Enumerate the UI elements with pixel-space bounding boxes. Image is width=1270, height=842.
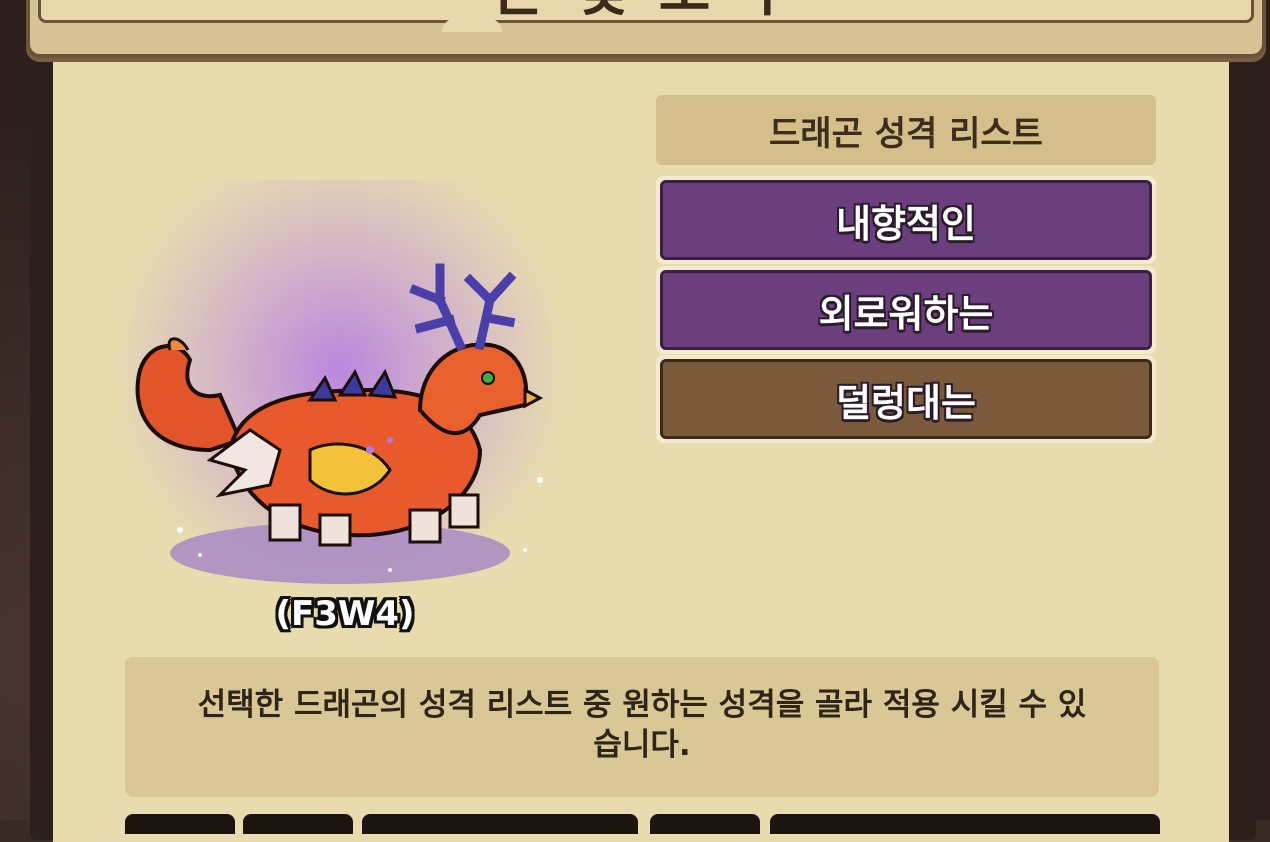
dragon-antler-left <box>409 263 466 351</box>
dragon-tail <box>135 344 243 453</box>
bottom-button-2[interactable] <box>243 814 353 834</box>
description-text: 선택한 드래곤의 성격 리스트 중 원하는 성격을 골라 적용 시킬 수 있습니… <box>197 687 1087 763</box>
bottom-button-5[interactable] <box>770 814 1160 834</box>
trait-button[interactable]: 외로워하는 <box>660 270 1152 350</box>
bottom-button-4[interactable] <box>650 814 760 834</box>
dragon-display <box>70 150 630 620</box>
popup-title-bar: 은 및 도 구 <box>26 0 1266 58</box>
trait-option-2[interactable]: 외로워하는 <box>656 266 1156 354</box>
bottom-button-3[interactable] <box>362 814 638 834</box>
dragon-antler-right <box>463 271 517 351</box>
personality-list-header: 드래곤 성격 리스트 <box>656 95 1156 165</box>
bottom-button-1[interactable] <box>125 814 235 834</box>
trait-option-1[interactable]: 내향적인 <box>656 176 1156 264</box>
dragon-code-label: (F3W4) <box>275 594 415 634</box>
trait-option-3[interactable]: 덜렁대는 <box>656 355 1156 443</box>
title-notch <box>442 18 502 32</box>
trait-button[interactable]: 내향적인 <box>660 180 1152 260</box>
popup-title: 은 및 도 구 <box>30 0 1262 27</box>
trait-button[interactable]: 덜렁대는 <box>660 359 1152 439</box>
dragon-head <box>417 342 529 436</box>
dragon-sprite <box>135 263 544 572</box>
description-box: 선택한 드래곤의 성격 리스트 중 원하는 성격을 골라 적용 시킬 수 있습니… <box>125 657 1159 797</box>
